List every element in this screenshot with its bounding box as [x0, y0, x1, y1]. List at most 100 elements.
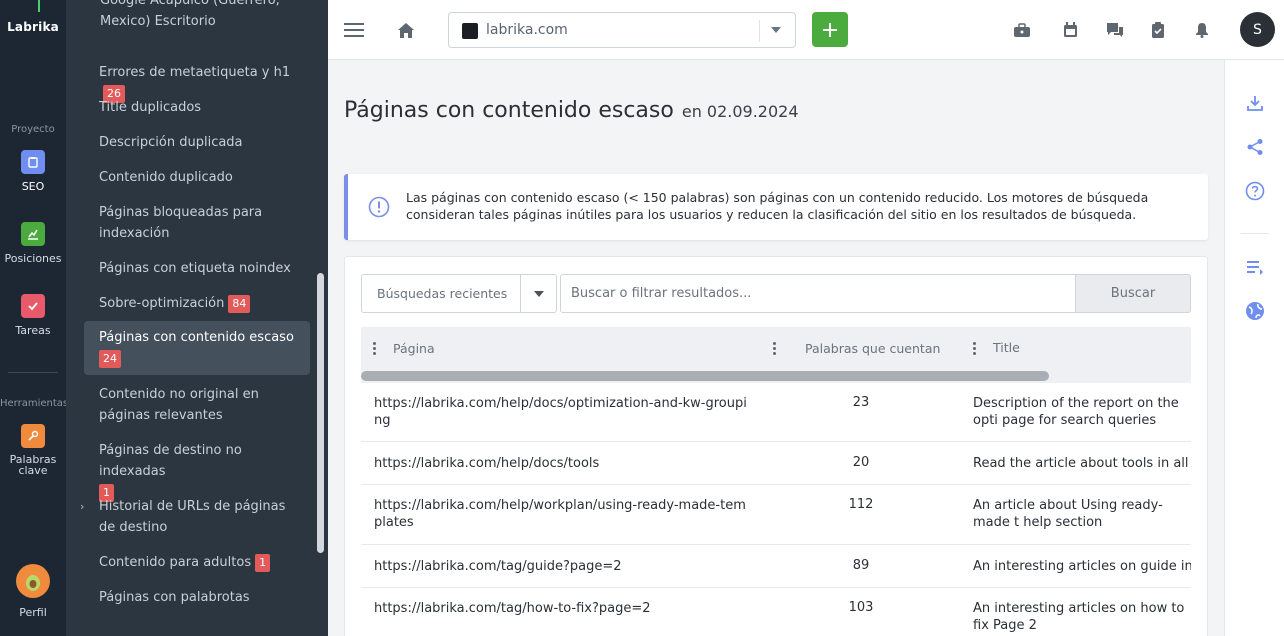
sidebar-item-url-history[interactable]: Historial de URLs de páginas de destino	[84, 496, 310, 538]
rail-item-label: Perfil	[19, 606, 47, 619]
caret-down-icon[interactable]	[534, 291, 544, 297]
results-panel: Búsquedas recientes Buscar Página Palabr…	[344, 256, 1208, 636]
add-button[interactable]	[812, 12, 848, 47]
briefcase-icon[interactable]	[1010, 18, 1034, 42]
project-favicon-icon	[462, 23, 478, 39]
sidebar-item-duplicate-content[interactable]: Contenido duplicado	[84, 167, 310, 188]
page-title-text: Páginas con contenido escaso	[344, 98, 674, 123]
cell-title: Description of the report on the opti pa…	[973, 396, 1179, 428]
cell-page[interactable]: https://labrika.com/help/docs/tools	[374, 455, 754, 472]
sidebar-item-blocked-pages[interactable]: Páginas bloqueadas para indexación	[84, 202, 310, 244]
download-icon[interactable]	[1244, 92, 1266, 114]
hamburger-menu-icon[interactable]	[342, 18, 366, 42]
sidebar-item-label: Páginas de destino no indexadas	[99, 443, 242, 479]
column-menu-icon[interactable]	[773, 342, 777, 356]
plus-icon	[823, 22, 837, 37]
search-button[interactable]: Buscar	[1075, 274, 1191, 313]
column-header-page[interactable]: Página	[393, 341, 435, 356]
sidebar-item-over-optimization[interactable]: Sobre-optimización 84	[84, 293, 310, 314]
sidebar-item-label: Historial de URLs de páginas de destino	[99, 499, 286, 535]
column-header-title[interactable]: Title	[993, 340, 1020, 355]
project-select-value: labrika.com	[486, 22, 568, 38]
share-icon[interactable]	[1244, 136, 1266, 158]
rail-section-project: Proyecto	[11, 124, 55, 135]
column-menu-icon[interactable]	[373, 342, 377, 356]
sidebar-item-noindex[interactable]: Páginas con etiqueta noindex	[84, 258, 310, 279]
search-input[interactable]	[560, 274, 1076, 313]
cell-title: Read the article about tools in all in	[973, 456, 1191, 471]
cell-words: 112	[848, 497, 874, 512]
cell-title: An interesting articles on how to fix Pa…	[973, 601, 1185, 633]
sidebar-item-region[interactable]: Google Acapulco (Guerrero, Mexico) Escri…	[100, 0, 300, 32]
list-icon[interactable]	[1244, 256, 1266, 278]
info-icon	[368, 196, 390, 218]
page-title: Páginas con contenido escaso en 02.09.202…	[344, 98, 799, 123]
table-horizontal-scrollbar[interactable]	[361, 371, 1049, 381]
count-badge: 1	[255, 553, 271, 572]
sidebar-item-adult-content[interactable]: Contenido para adultos 1	[84, 552, 310, 573]
rail-item-label: SEO	[21, 180, 45, 193]
column-header-words[interactable]: Palabras que cuentan	[805, 341, 940, 356]
avatar-icon	[16, 564, 50, 598]
sidebar-item-non-original[interactable]: Contenido no original en páginas relevan…	[84, 384, 310, 426]
sidebar-item-label: Contenido para adultos	[99, 555, 252, 570]
table-row[interactable]: https://labrika.com/help/workplan/using-…	[361, 485, 1191, 545]
sidebar-item-label: Title duplicados	[99, 100, 202, 115]
table-row[interactable]: https://labrika.com/tag/how-to-fix?page=…	[361, 588, 1191, 636]
count-badge: 84	[228, 294, 251, 313]
chat-icon[interactable]	[1102, 18, 1126, 42]
sidebar-item-label: Páginas con palabrotas	[99, 590, 250, 605]
sidebar-item-label: Errores de metaetiqueta y h1	[99, 65, 291, 80]
rail-item-keywords[interactable]: Palabras clave	[0, 424, 66, 476]
table-row[interactable]: https://labrika.com/help/docs/optimizati…	[361, 383, 1191, 442]
sidebar-item-duplicate-titles[interactable]: Title duplicados	[84, 97, 310, 118]
table-row[interactable]: https://labrika.com/tag/guide?page=2 89 …	[361, 545, 1191, 588]
cell-page[interactable]: https://labrika.com/tag/guide?page=2	[374, 558, 754, 575]
rail-item-profile[interactable]: Perfil	[0, 564, 66, 619]
sidebar-item-duplicate-description[interactable]: Descripción duplicada	[84, 132, 310, 153]
project-select[interactable]: labrika.com	[448, 12, 796, 48]
caret-down-icon[interactable]	[771, 27, 781, 33]
rail-item-label: Palabras clave	[9, 453, 57, 477]
select-divider	[759, 20, 760, 42]
rail-divider	[8, 372, 58, 373]
cell-words: 23	[852, 395, 870, 410]
recent-searches-select[interactable]: Búsquedas recientes	[361, 274, 557, 313]
cell-page[interactable]: https://labrika.com/help/docs/optimizati…	[374, 395, 754, 429]
main-content: Páginas con contenido escaso en 02.09.202…	[328, 60, 1224, 636]
sidebar-item-label: Páginas bloqueadas para indexación	[99, 205, 263, 241]
recent-searches-label: Búsquedas recientes	[377, 286, 508, 301]
report-date: en 02.09.2024	[681, 102, 799, 121]
sidebar-item-label: Descripción duplicada	[99, 135, 243, 150]
rail-item-positions[interactable]: Posiciones	[0, 222, 66, 265]
sidebar-scrollbar[interactable]	[316, 272, 325, 554]
table-row[interactable]: https://labrika.com/help/docs/tools 20 R…	[361, 442, 1191, 485]
sidebar-item-label: Contenido duplicado	[99, 170, 233, 185]
cell-words: 89	[852, 558, 870, 573]
info-alert: Las páginas con contenido escaso (< 150 …	[344, 174, 1208, 240]
info-alert-text: Las páginas con contenido escaso (< 150 …	[406, 190, 1149, 222]
cell-words: 103	[848, 600, 874, 615]
rail-item-label: Tareas	[15, 324, 51, 337]
key-icon	[21, 424, 45, 448]
calendar-icon[interactable]	[1058, 18, 1082, 42]
sidebar-item-label: Páginas con contenido escaso	[99, 330, 294, 345]
rail-item-tasks[interactable]: Tareas	[0, 294, 66, 337]
column-menu-icon[interactable]	[973, 342, 977, 356]
cell-page[interactable]: https://labrika.com/help/workplan/using-…	[374, 497, 754, 531]
home-icon[interactable]	[394, 18, 418, 42]
count-badge: 24	[99, 349, 121, 368]
sidebar-item-thin-content[interactable]: Páginas con contenido escaso 24	[84, 321, 310, 375]
rail-item-seo[interactable]: SEO	[0, 150, 66, 193]
help-icon[interactable]	[1244, 180, 1266, 202]
clipboard-icon[interactable]	[1146, 18, 1170, 42]
right-toolbar	[1224, 60, 1284, 636]
cell-page[interactable]: https://labrika.com/tag/how-to-fix?page=…	[374, 600, 754, 617]
sidebar-item-label: Sobre-optimización	[99, 296, 225, 311]
user-avatar[interactable]: S	[1240, 12, 1275, 47]
sidebar-item-profanity[interactable]: Páginas con palabrotas	[84, 587, 310, 608]
bell-icon[interactable]	[1190, 18, 1214, 42]
globe-icon[interactable]	[1244, 300, 1266, 322]
sidebar-item-not-indexed[interactable]: Páginas de destino no indexadas 1	[84, 440, 310, 503]
app-logo[interactable]: Labrika	[0, 20, 66, 34]
